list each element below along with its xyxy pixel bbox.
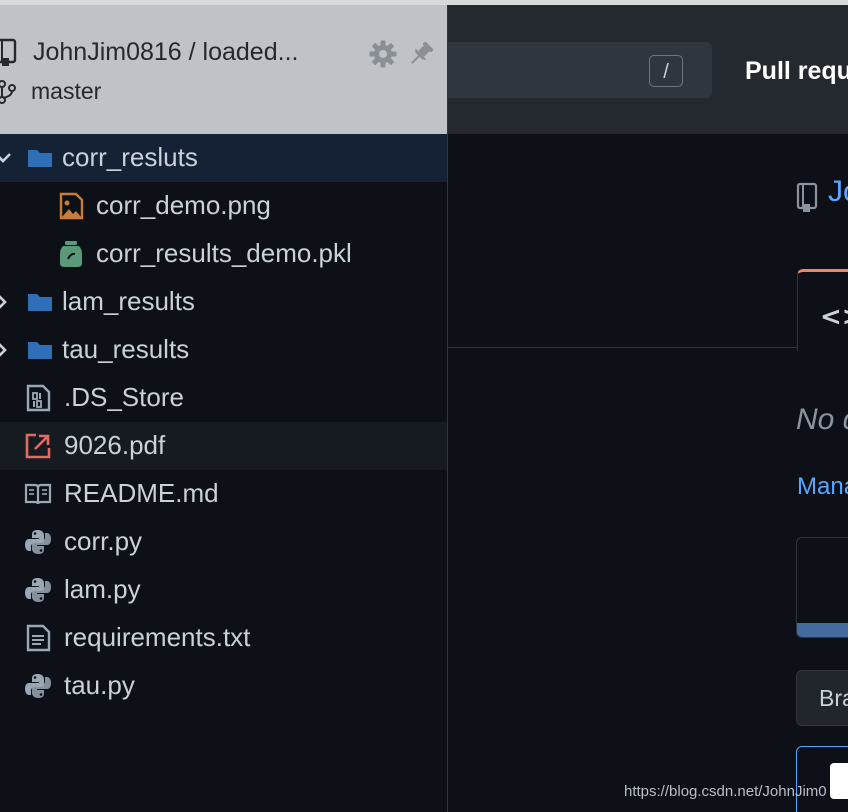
tree-item-label: tau_results: [62, 334, 190, 364]
chevron-right-icon[interactable]: [0, 291, 12, 313]
pdf-file-icon: [24, 432, 52, 460]
no-description-text: No d: [796, 403, 848, 436]
info-box: [796, 537, 848, 638]
tab-code[interactable]: <>: [797, 269, 848, 351]
watermark-text: https://blog.csdn.net/JohnJim0: [624, 783, 827, 800]
code-icon: <>: [820, 302, 848, 332]
watermark-avatar: [830, 763, 848, 799]
tree-file-row[interactable]: corr.py: [0, 518, 447, 566]
tree-item-label: corr_resluts: [62, 142, 198, 172]
tree-item-label: tau.py: [64, 670, 135, 700]
tree-item-label: README.md: [64, 478, 219, 508]
chevron-down-icon[interactable]: [0, 147, 12, 169]
repo-title-link[interactable]: Jo: [828, 175, 848, 209]
sidebar-header: JohnJim0816 / loaded... master: [0, 5, 447, 134]
tree-item-label: corr_demo.png: [96, 190, 271, 220]
pin-icon[interactable]: [406, 39, 436, 69]
binary-file-icon: [24, 384, 52, 412]
sidebar-repo-link[interactable]: JohnJim0816 / loaded...: [33, 38, 298, 67]
sidebar-branch-name: master: [31, 78, 102, 104]
tree-item-label: .DS_Store: [64, 382, 184, 412]
gear-icon[interactable]: [368, 39, 398, 69]
manage-topics-link[interactable]: Mana: [797, 473, 848, 501]
file-tree: corr_resluts corr_demo.png corr_results_de…: [0, 134, 447, 710]
tree-item-label: requirements.txt: [64, 622, 251, 652]
tree-file-row[interactable]: lam.py: [0, 566, 447, 614]
tree-file-row[interactable]: .DS_Store: [0, 374, 447, 422]
repo-book-icon: [796, 182, 818, 212]
tree-file-row[interactable]: requirements.txt: [0, 614, 447, 662]
branch-select-button[interactable]: Bra: [796, 670, 848, 726]
folder-icon: [26, 336, 54, 364]
repo-icon: [0, 38, 17, 66]
tree-file-row[interactable]: tau.py: [0, 662, 447, 710]
folder-icon: [26, 144, 54, 172]
python-file-icon: [24, 576, 52, 604]
github-page: / Pull requ Jo <> No d Mana Bra: [448, 5, 848, 812]
chevron-right-icon[interactable]: [0, 339, 12, 361]
github-header: / Pull requ: [448, 5, 848, 134]
readme-book-icon: [24, 480, 52, 508]
branch-icon: [0, 80, 16, 104]
nav-pull-requests[interactable]: Pull requ: [745, 57, 848, 86]
tree-folder-row[interactable]: tau_results: [0, 326, 447, 374]
tree-file-row[interactable]: 9026.pdf: [0, 422, 447, 470]
tree-file-row[interactable]: corr_results_demo.pkl: [0, 230, 447, 278]
info-box-bar: [797, 623, 848, 637]
search-shortcut-key: /: [649, 55, 683, 87]
tree-folder-row[interactable]: lam_results: [0, 278, 447, 326]
tree-file-row[interactable]: corr_demo.png: [0, 182, 447, 230]
text-file-icon: [24, 624, 52, 652]
jar-file-icon: [57, 240, 85, 268]
python-file-icon: [24, 672, 52, 700]
tree-item-label: corr.py: [64, 526, 143, 556]
tree-item-label: lam.py: [64, 574, 141, 604]
python-file-icon: [24, 528, 52, 556]
search-input[interactable]: /: [448, 42, 712, 98]
tree-item-label: lam_results: [62, 286, 195, 316]
tree-item-label: 9026.pdf: [64, 430, 166, 460]
branch-button-label: Bra: [819, 685, 848, 711]
tree-file-row[interactable]: README.md: [0, 470, 447, 518]
octotree-sidebar: JohnJim0816 / loaded... master corr_resl…: [0, 5, 448, 812]
tree-item-label: corr_results_demo.pkl: [96, 238, 352, 268]
folder-icon: [26, 288, 54, 316]
tree-folder-row[interactable]: corr_resluts: [0, 134, 447, 182]
tabs-divider: [448, 347, 797, 348]
image-file-icon: [57, 192, 85, 220]
